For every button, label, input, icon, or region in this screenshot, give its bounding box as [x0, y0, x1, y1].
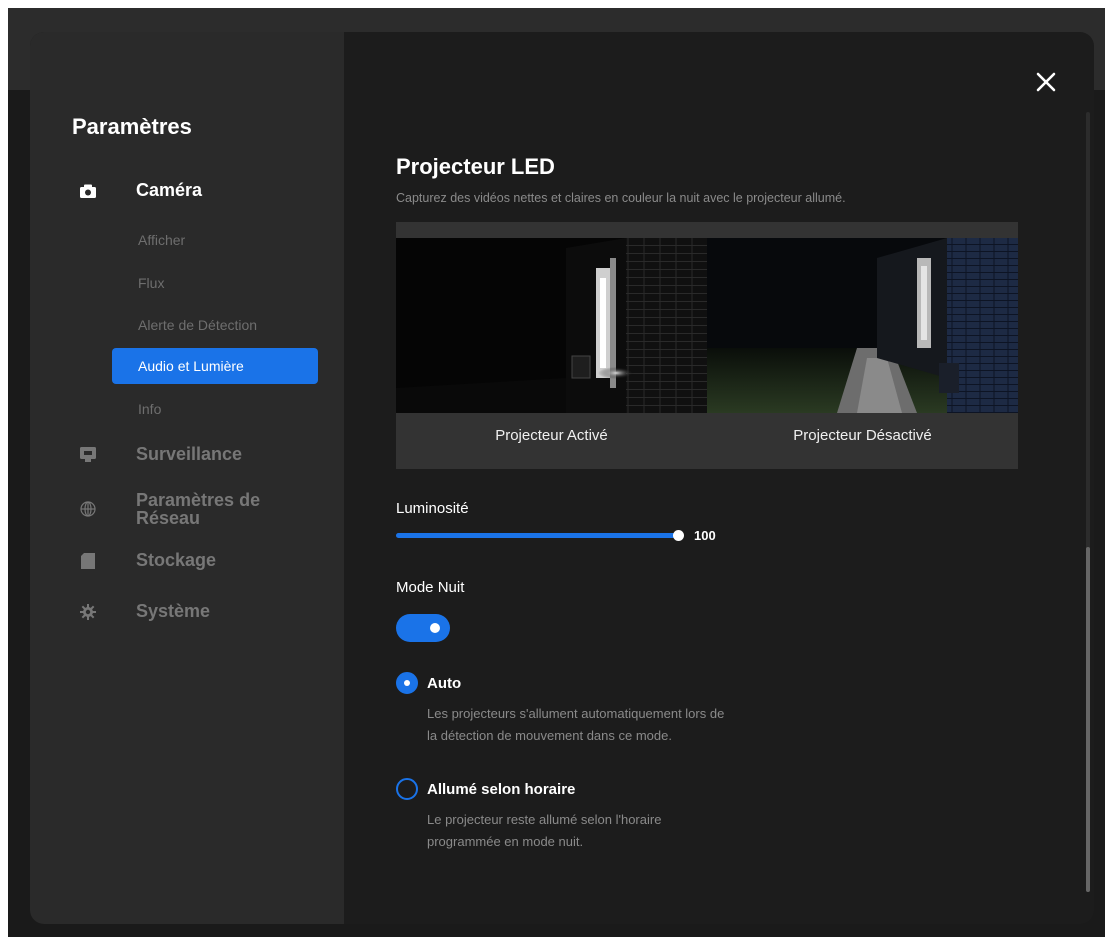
brightness-label: Luminosité [396, 500, 469, 517]
option-schedule-label: Allumé selon horaire [427, 780, 576, 798]
spotlight-on-image [396, 238, 707, 413]
nav-network-label: Paramètres de Réseau [136, 491, 260, 527]
settings-sidebar: Paramètres Caméra Afficher Flux Alerte d… [30, 32, 344, 924]
section-title: Projecteur LED [396, 154, 555, 179]
option-auto-description: Les projecteurs s'allument automatiqueme… [427, 703, 827, 747]
option-auto-label: Auto [427, 674, 462, 692]
option-schedule[interactable]: Allumé selon horaire [396, 778, 575, 800]
option-auto-description-line2: la détection de mouvement dans ce mode. [427, 728, 672, 743]
spotlight-on-caption: Projecteur Activé [495, 427, 608, 444]
night-mode-label: Mode Nuit [396, 579, 465, 596]
spotlight-preview: Projecteur Activé Projecteur Désactivé [396, 222, 1018, 469]
brightness-value: 100 [694, 528, 716, 543]
close-icon[interactable] [1034, 70, 1058, 94]
nav-camera-label: Caméra [136, 180, 203, 200]
monitor-icon [80, 446, 96, 463]
nav-network-label-line1: Paramètres de [136, 490, 261, 510]
night-mode-toggle-knob [430, 623, 440, 633]
nav-sub-afficher[interactable]: Afficher [138, 232, 185, 248]
brightness-slider-fill [396, 533, 678, 538]
nav-camera[interactable]: Caméra [80, 180, 202, 201]
night-mode-toggle[interactable] [396, 614, 450, 642]
brightness-slider[interactable] [396, 530, 686, 542]
spotlight-off-caption: Projecteur Désactivé [793, 427, 932, 444]
nav-system-label: Système [136, 601, 211, 621]
option-auto-radio[interactable] [396, 672, 418, 694]
option-schedule-radio[interactable] [396, 778, 418, 800]
section-subtitle: Capturez des vidéos nettes et claires en… [396, 191, 846, 205]
spotlight-off-image [707, 238, 1018, 413]
globe-icon [80, 501, 96, 517]
sidebar-title: Paramètres [72, 114, 192, 139]
gear-icon [80, 603, 96, 620]
option-auto[interactable]: Auto [396, 672, 461, 694]
nav-storage-label: Stockage [136, 550, 217, 570]
nav-system[interactable]: Système [80, 601, 210, 622]
option-auto-description-line1: Les projecteurs s'allument automatiqueme… [427, 706, 725, 721]
nav-surveillance-label: Surveillance [136, 444, 243, 464]
scrollbar-thumb[interactable] [1086, 547, 1090, 892]
nav-sub-info[interactable]: Info [138, 401, 161, 417]
brightness-slider-handle[interactable] [673, 530, 684, 541]
nav-sub-flux[interactable]: Flux [138, 275, 164, 291]
option-schedule-description: Le projecteur reste allumé selon l'horai… [427, 809, 827, 853]
nav-storage[interactable]: Stockage [80, 550, 216, 571]
nav-surveillance[interactable]: Surveillance [80, 444, 242, 465]
settings-modal: Paramètres Caméra Afficher Flux Alerte d… [30, 32, 1094, 924]
nav-sub-audio-lumiere[interactable]: Audio et Lumière [112, 348, 318, 384]
camera-icon [80, 183, 96, 199]
sd-card-icon [80, 552, 96, 569]
option-schedule-description-line2: programmée en mode nuit. [427, 834, 584, 849]
option-schedule-description-line1: Le projecteur reste allumé selon l'horai… [427, 812, 662, 827]
settings-content: Projecteur LED Capturez des vidéos nette… [344, 32, 1094, 924]
nav-sub-alerte-detection[interactable]: Alerte de Détection [138, 317, 257, 333]
nav-network[interactable]: Paramètres de Réseau [80, 491, 260, 527]
nav-network-label-line2: Réseau [136, 508, 201, 528]
